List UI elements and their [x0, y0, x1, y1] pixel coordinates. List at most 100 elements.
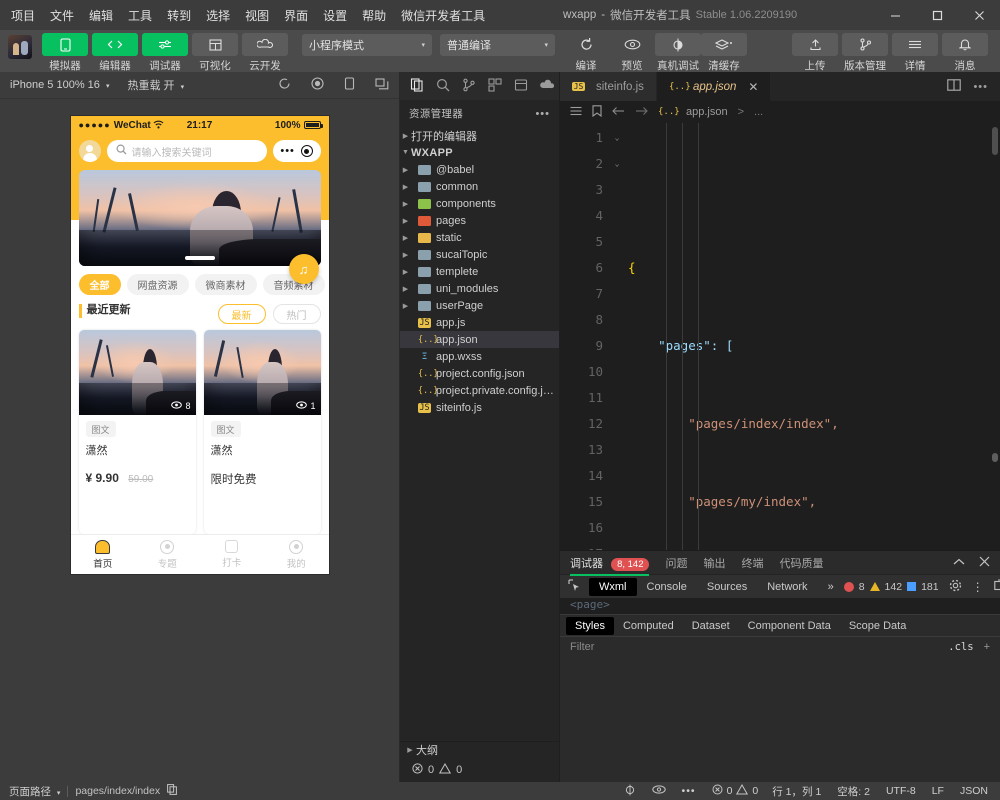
- cls-button[interactable]: .cls: [948, 641, 973, 653]
- phone-viewport[interactable]: ●●●●● WeChat 21:17 100% 请输入搜索关键词 ••• 全部 …: [70, 116, 329, 574]
- language-mode[interactable]: JSON: [960, 785, 988, 797]
- cursor-position[interactable]: 行 1，列 1: [772, 784, 821, 799]
- editor-toggle-button[interactable]: 编辑器: [92, 30, 138, 73]
- menu-item-project[interactable]: 项目: [10, 5, 36, 26]
- eye-icon-status[interactable]: [651, 785, 666, 797]
- forward-icon[interactable]: [635, 106, 648, 119]
- tree-item-pages[interactable]: ▶ pages: [400, 212, 559, 229]
- wxml-tree-preview[interactable]: <page>: [560, 598, 1000, 614]
- debugger-tab-terminal[interactable]: 终端: [741, 555, 763, 571]
- tabbar-item-topic[interactable]: 专题: [135, 535, 200, 574]
- editor-scrollbar[interactable]: [992, 127, 998, 155]
- tree-item-static[interactable]: ▶ static: [400, 229, 559, 246]
- tree-item-sucaitopic[interactable]: ▶ sucaiTopic: [400, 246, 559, 263]
- indent-size[interactable]: 空格: 2: [837, 784, 870, 799]
- search-input[interactable]: 请输入搜索关键词: [106, 140, 267, 162]
- files-icon[interactable]: [410, 77, 424, 95]
- debugger-tab-problems[interactable]: 问题: [665, 555, 687, 571]
- menu-item-help[interactable]: 帮助: [361, 5, 387, 26]
- tree-item-app-json[interactable]: {..} app.json: [400, 331, 559, 348]
- cloud-toggle-button[interactable]: 云开发: [242, 30, 288, 73]
- dock-icon[interactable]: [993, 579, 1000, 594]
- tree-item-components[interactable]: ▶ components: [400, 195, 559, 212]
- real-device-debug-button[interactable]: 真机调试: [655, 30, 701, 73]
- tree-item-common[interactable]: ▶ common: [400, 178, 559, 195]
- clear-cache-button[interactable]: 清缓存: [701, 30, 747, 73]
- devtab-console[interactable]: Console: [637, 578, 697, 596]
- menu-item-view[interactable]: 视图: [244, 5, 270, 26]
- debugger-toggle-button[interactable]: 调试器: [142, 30, 188, 73]
- tree-item-siteinfo-js[interactable]: JS siteinfo.js: [400, 399, 559, 416]
- tree-item-babel[interactable]: ▶ @babel: [400, 161, 559, 178]
- devtab-sources[interactable]: Sources: [697, 578, 757, 596]
- close-tab-icon[interactable]: ✕: [748, 80, 758, 94]
- version-control-button[interactable]: 版本管理: [842, 30, 888, 73]
- back-icon[interactable]: [612, 106, 625, 119]
- devtab-network[interactable]: Network: [757, 578, 817, 596]
- menu-item-file[interactable]: 文件: [49, 5, 75, 26]
- debugger-tab-codequality[interactable]: 代码质量: [779, 555, 823, 571]
- record-icon[interactable]: [311, 77, 324, 93]
- explorer-more-icon[interactable]: •••: [535, 108, 550, 120]
- source-control-icon[interactable]: [462, 78, 476, 95]
- styles-tab[interactable]: Styles: [566, 616, 614, 635]
- menu-item-edit[interactable]: 编辑: [88, 5, 114, 26]
- debug-icon-sidebar[interactable]: [514, 78, 528, 95]
- rotate-device-icon[interactable]: [344, 77, 355, 93]
- tree-item-app-wxss[interactable]: Ξapp.wxss: [400, 348, 559, 365]
- gear-icon[interactable]: [949, 579, 962, 595]
- close-button[interactable]: [958, 0, 1000, 30]
- tabbar-item-checkin[interactable]: 打卡: [200, 535, 265, 574]
- tree-item-uni-modules[interactable]: ▶ uni_modules: [400, 280, 559, 297]
- hot-reload-select[interactable]: 热重载 开 ▾: [128, 77, 185, 93]
- banner-carousel[interactable]: [78, 170, 321, 266]
- menu-item-goto[interactable]: 转到: [166, 5, 192, 26]
- segment-hot[interactable]: 热门: [272, 304, 321, 324]
- refresh-sim-icon[interactable]: [278, 77, 291, 93]
- maximize-button[interactable]: [916, 0, 958, 30]
- menu-item-select[interactable]: 选择: [205, 5, 231, 26]
- breadcrumb-file[interactable]: app.json: [686, 106, 728, 118]
- bookmark-icon[interactable]: [592, 104, 602, 120]
- scope-data-tab[interactable]: Scope Data: [840, 617, 915, 635]
- simulator-toggle-button[interactable]: 模拟器: [42, 30, 88, 73]
- chevron-up-icon[interactable]: [953, 557, 965, 569]
- editor-more-icon[interactable]: •••: [973, 81, 988, 93]
- status-problem-counts[interactable]: 0 0: [712, 784, 758, 798]
- tree-item-templete[interactable]: ▶ templete: [400, 263, 559, 280]
- chip-all[interactable]: 全部: [78, 274, 121, 295]
- segment-newest[interactable]: 最新: [217, 304, 266, 324]
- messages-button[interactable]: 消息: [942, 30, 988, 73]
- compile-mode-select[interactable]: 小程序模式 ▾: [302, 34, 432, 56]
- tree-open-editors[interactable]: ▶ 打开的编辑器: [400, 127, 559, 144]
- inspect-icon[interactable]: [566, 578, 589, 595]
- editor-scrollbar-marker[interactable]: [992, 453, 998, 462]
- debugger-tab-title[interactable]: 调试器 8, 142: [570, 555, 650, 576]
- compile-button[interactable]: 编译: [563, 30, 609, 73]
- tab-app-json[interactable]: {..} app.json ✕: [656, 72, 772, 101]
- breadcrumb-tail[interactable]: ...: [754, 106, 763, 118]
- copy-icon[interactable]: [167, 784, 177, 798]
- device-select[interactable]: iPhone 5 100% 16 ▾: [10, 79, 110, 91]
- compile-type-select[interactable]: 普通编译 ▾: [440, 34, 555, 56]
- resource-card[interactable]: 8 图文 潇然 ¥ 9.90 59.00: [78, 330, 196, 534]
- minimize-button[interactable]: [874, 0, 916, 30]
- floating-action-button[interactable]: ♫: [288, 254, 319, 284]
- add-rule-button[interactable]: +: [984, 641, 990, 653]
- tabbar-item-home[interactable]: 首页: [71, 535, 136, 574]
- line-ending[interactable]: LF: [932, 785, 944, 797]
- search-icon-sidebar[interactable]: [436, 78, 450, 95]
- resource-card-2[interactable]: 1 图文 潇然 限时免费: [203, 330, 321, 534]
- menu-item-settings[interactable]: 设置: [322, 5, 348, 26]
- tree-item-project-private-config[interactable]: {..} project.private.config.js...: [400, 382, 559, 399]
- visualization-toggle-button[interactable]: 可视化: [192, 30, 238, 73]
- menu-item-devtools[interactable]: 微信开发者工具: [400, 5, 486, 26]
- breadcrumb-menu-icon[interactable]: [570, 106, 582, 119]
- devtab-wxml[interactable]: Wxml: [589, 577, 637, 596]
- wechat-capsule[interactable]: •••: [272, 140, 321, 162]
- outline-section[interactable]: ▶ 大纲: [400, 741, 559, 758]
- more-icon-status[interactable]: •••: [682, 785, 696, 797]
- close-icon[interactable]: [979, 556, 990, 570]
- tree-project-root[interactable]: ▼ WXAPP: [400, 144, 559, 161]
- tree-item-userpage[interactable]: ▶ userPage: [400, 297, 559, 314]
